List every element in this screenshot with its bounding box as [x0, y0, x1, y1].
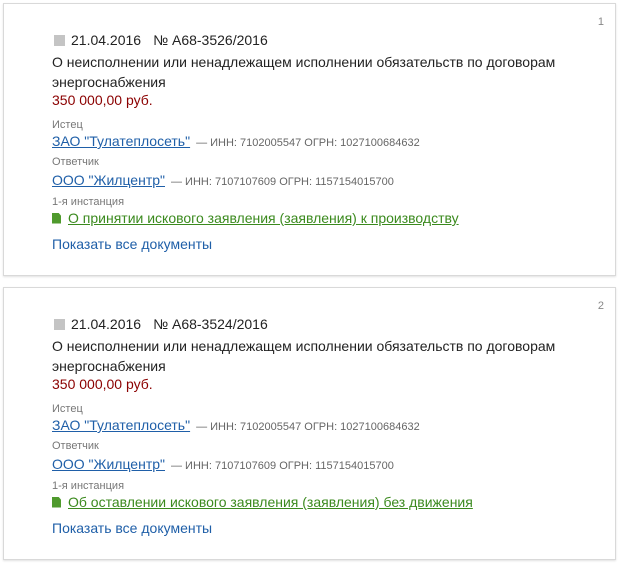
case-status-icon — [54, 318, 65, 330]
plaintiff-link[interactable]: ЗАО "Тулатеплосеть" — [52, 133, 190, 149]
plaintiff-details: — ИНН: 7102005547 ОГРН: 1027100684632 — [196, 421, 420, 433]
show-all-documents-link[interactable]: Показать все документы — [52, 520, 212, 536]
instance-label: 1-я инстанция — [52, 196, 125, 208]
case-number: № А68-3524/2016 — [153, 316, 268, 332]
case-header: 21.04.2016 № А68-3526/2016 — [54, 31, 268, 49]
plaintiff-details: — ИНН: 7102005547 ОГРН: 1027100684632 — [196, 137, 420, 149]
case-card: 2 21.04.2016 № А68-3524/2016 О неисполне… — [3, 287, 616, 560]
document-icon — [52, 212, 61, 224]
document-icon — [52, 496, 61, 508]
case-date: 21.04.2016 — [71, 32, 142, 48]
defendant-row: ООО "Жилцентр" — ИНН: 7107107609 ОГРН: 1… — [52, 172, 394, 188]
card-index: 2 — [597, 300, 604, 312]
case-subject: О неисполнении или ненадлежащем исполнен… — [52, 338, 556, 374]
case-sum: 350 000,00 руб. — [52, 92, 153, 108]
case-subject: О неисполнении или ненадлежащем исполнен… — [52, 54, 556, 90]
plaintiff-row: ЗАО "Тулатеплосеть" — ИНН: 7102005547 ОГ… — [52, 417, 420, 433]
case-status-icon — [54, 34, 65, 46]
defendant-label: Ответчик — [52, 440, 99, 452]
plaintiff-row: ЗАО "Тулатеплосеть" — ИНН: 7102005547 ОГ… — [52, 133, 420, 149]
plaintiff-label: Истец — [52, 403, 83, 415]
document-row: Об оставлении искового заявления (заявле… — [52, 494, 473, 510]
plaintiff-link[interactable]: ЗАО "Тулатеплосеть" — [52, 417, 190, 433]
plaintiff-label: Истец — [52, 119, 83, 131]
case-sum: 350 000,00 руб. — [52, 376, 153, 392]
card-index: 1 — [597, 16, 604, 28]
document-row: О принятии искового заявления (заявления… — [52, 210, 459, 226]
case-number: № А68-3526/2016 — [153, 32, 268, 48]
case-header: 21.04.2016 № А68-3524/2016 — [54, 315, 268, 333]
defendant-details: — ИНН: 7107107609 ОГРН: 1157154015700 — [171, 176, 394, 188]
defendant-link[interactable]: ООО "Жилцентр" — [52, 172, 165, 188]
defendant-row: ООО "Жилцентр" — ИНН: 7107107609 ОГРН: 1… — [52, 456, 394, 472]
document-link[interactable]: Об оставлении искового заявления (заявле… — [68, 494, 473, 510]
case-date: 21.04.2016 — [71, 316, 142, 332]
defendant-link[interactable]: ООО "Жилцентр" — [52, 456, 165, 472]
document-link[interactable]: О принятии искового заявления (заявления… — [68, 210, 459, 226]
instance-label: 1-я инстанция — [52, 480, 125, 492]
case-card: 1 21.04.2016 № А68-3526/2016 О неисполне… — [3, 3, 616, 276]
defendant-label: Ответчик — [52, 156, 99, 168]
show-all-documents-link[interactable]: Показать все документы — [52, 236, 212, 252]
defendant-details: — ИНН: 7107107609 ОГРН: 1157154015700 — [171, 460, 394, 472]
